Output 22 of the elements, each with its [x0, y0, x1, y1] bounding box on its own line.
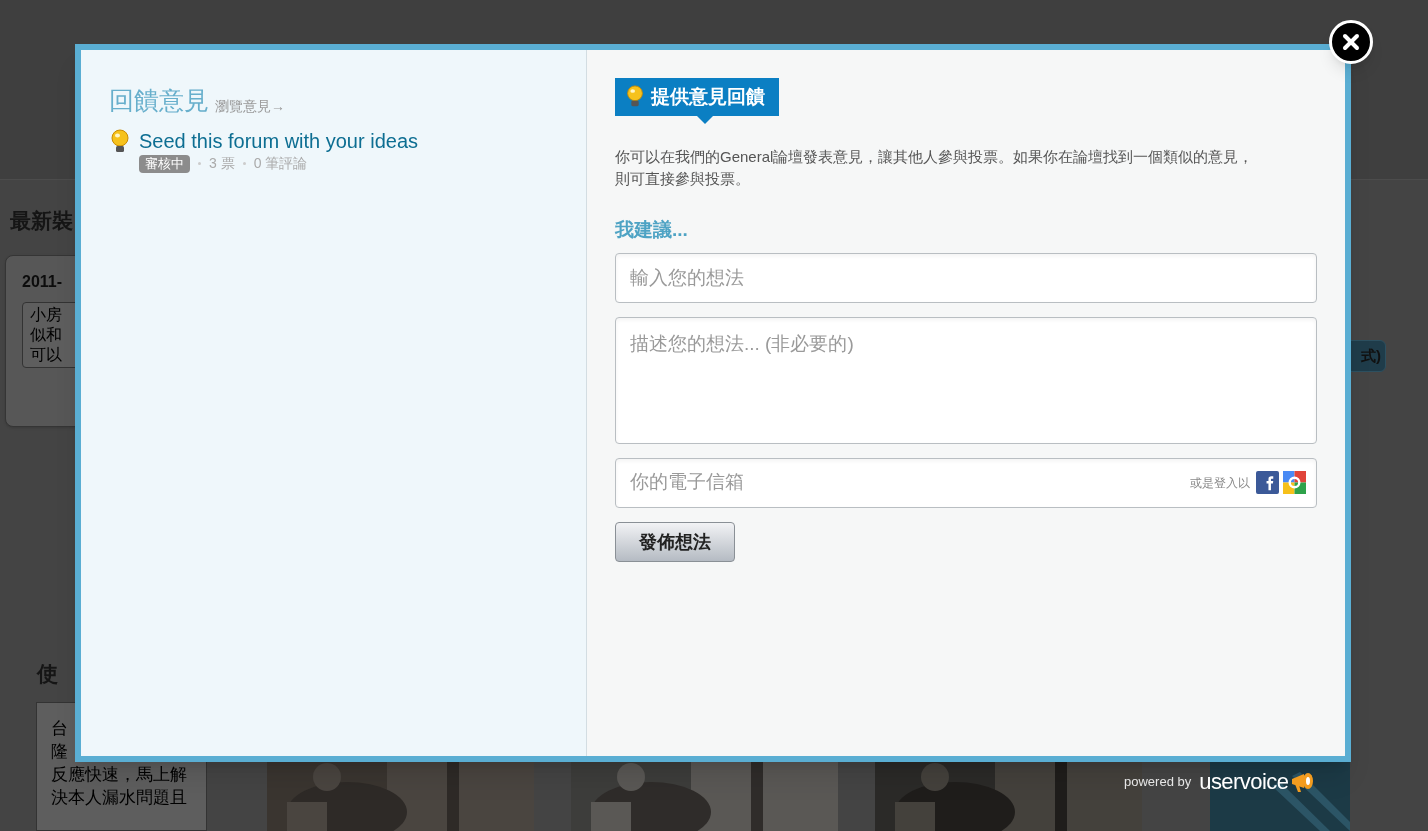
browse-ideas-link[interactable]: 瀏覽意見→ — [215, 99, 285, 113]
brand-name: uservoice — [1199, 771, 1289, 793]
powered-by-label: powered by — [1124, 773, 1192, 792]
section-header: 提供意見回饋 — [651, 84, 765, 109]
google-icon[interactable] — [1283, 471, 1306, 494]
panel-title: 回饋意見 — [109, 88, 209, 113]
comment-count: 0 筆評論 — [253, 154, 308, 173]
idea-input-field[interactable]: 輸入您的想法 — [615, 252, 1317, 303]
status-badge: 審核中 — [139, 154, 190, 173]
lightbulb-icon — [109, 129, 131, 155]
description-field[interactable]: 描述您的想法... (非必要的) — [615, 316, 1317, 444]
login-hint: 或是登入以 — [1190, 474, 1250, 492]
suggest-label: 我建議... — [615, 218, 689, 242]
idea-link[interactable]: Seed this forum with your ideas — [139, 129, 419, 153]
vote-count: 3 票 — [209, 154, 235, 173]
email-field[interactable]: 你的電子信箱 或是登入以 — [615, 457, 1317, 508]
description-text: 你可以在我們的General論壇發表意見，讓其他人參與投票。如果你在論壇找到一個類似的意見，則可直接參與投票。 — [615, 147, 1255, 189]
submit-button[interactable]: 發佈想法 — [615, 521, 735, 562]
lightbulb-icon — [625, 85, 645, 109]
email-input-field[interactable]: 你的電子信箱 — [630, 468, 1190, 497]
facebook-icon[interactable] — [1256, 471, 1279, 494]
card-date: 2011- — [22, 272, 64, 292]
